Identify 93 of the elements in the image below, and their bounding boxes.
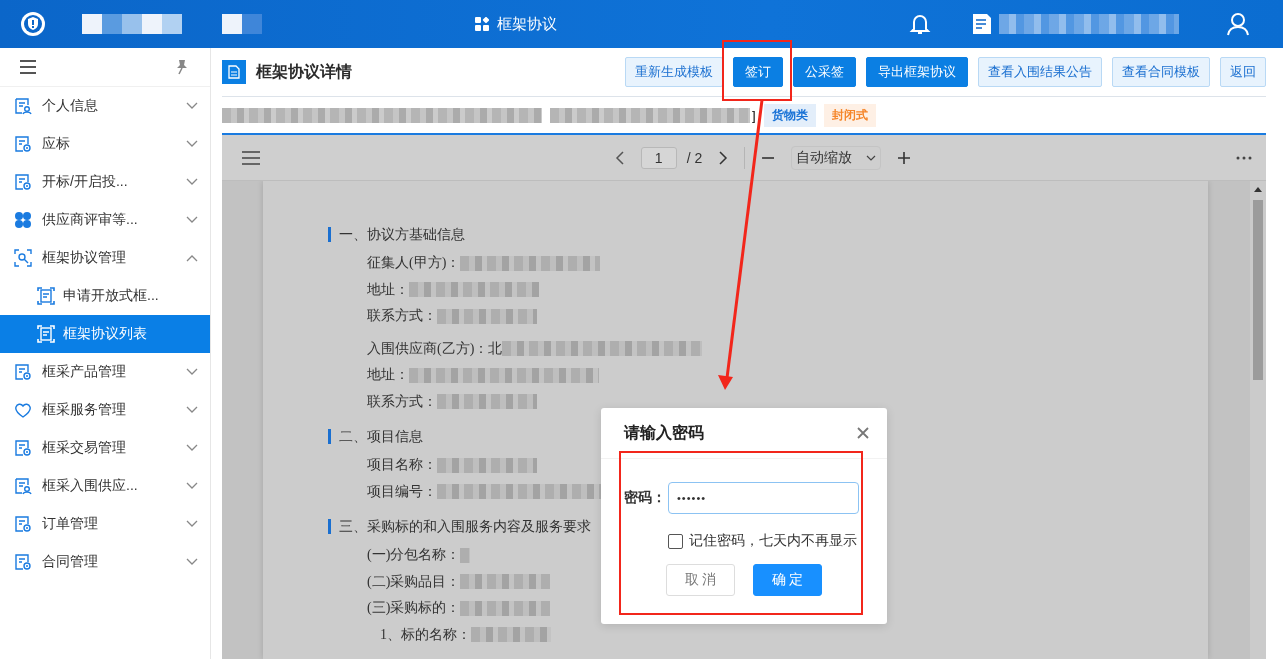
chevron-down-icon [186,140,198,148]
field-label: 入围供应商(乙方)：北 [367,339,503,358]
field-label: (三)采购标的： [367,599,461,618]
page-number-field[interactable]: 1 [640,146,677,169]
menu-item[interactable]: 框采入围供应... [0,467,210,505]
menu-item[interactable]: 开标/开启投... [0,163,210,201]
blurred-text [460,547,471,563]
field-label: 项目名称： [367,456,437,475]
action-button[interactable]: 公采签 [793,57,856,87]
frame-document-icon [37,325,55,343]
action-button[interactable]: 签订 [733,57,783,87]
nav-item[interactable]: 框架协议 [474,14,557,34]
document-icon [971,12,993,36]
bracket-text: ] [752,107,756,123]
annotation-frame [722,40,792,101]
document-gear-icon [14,439,32,457]
person-document-icon [14,477,32,495]
action-button[interactable]: 查看合同模板 [1112,57,1210,87]
document-gear-icon [14,173,32,191]
chevron-down-icon [186,406,198,414]
close-icon[interactable] [857,427,869,439]
field-label: (一)分包名称： [367,546,461,565]
menu-item[interactable]: 供应商评审等... [0,201,210,239]
dialog-title: 请输入密码 [624,422,704,443]
scan-icon [14,249,32,267]
field-label: 1、标的名称： [380,625,471,644]
menu-icon[interactable] [20,60,36,74]
action-button[interactable]: 返回 [1220,57,1266,87]
scroll-up-icon [1254,187,1262,192]
chevron-down-icon [186,444,198,452]
menu-item[interactable]: 应标 [0,125,210,163]
field-label: 地址： [367,280,409,299]
menu-item[interactable]: 框采服务管理 [0,391,210,429]
field-label: 密码： [624,489,667,507]
chevron-down-icon [186,102,198,110]
scrollbar[interactable] [1250,181,1266,659]
sidebar-toggle-icon[interactable] [242,150,260,165]
page-icon [228,65,240,79]
chevron-down-icon [186,178,198,186]
chevron-down-icon [186,368,198,376]
chevron-right-icon[interactable] [718,150,729,165]
field-label: 征集人(甲方)： [367,254,461,273]
chevron-down-icon [186,520,198,528]
chevron-up-icon [186,254,198,262]
frame-document-icon [37,287,55,305]
section-heading: 三、采购标的和入围服务内容及服务要求 [339,517,591,536]
chevron-down-icon [186,558,198,566]
category-tag: 封闭式 [823,103,876,127]
submenu-item[interactable]: 申请开放式框... [0,277,210,315]
more-icon[interactable] [1236,155,1252,160]
menu-item[interactable]: 框架协议管理 [0,239,210,277]
section-heading: 二、项目信息 [339,427,423,446]
menu-item[interactable]: 合同管理 [0,543,210,581]
submenu-item[interactable]: 框架协议列表 [0,315,210,353]
action-button[interactable]: 导出框架协议 [866,57,968,87]
menu-item[interactable]: 框采产品管理 [0,353,210,391]
action-button[interactable]: 查看入围结果公告 [978,57,1102,87]
section-heading: 一、协议方基础信息 [339,225,465,244]
chevron-down-icon [866,154,877,161]
logo-icon [20,11,46,37]
chevron-down-icon [186,216,198,224]
menu-item[interactable]: 订单管理 [0,505,210,543]
blurred-logo-text [222,14,262,34]
apps-icon [474,17,489,31]
grid-icon [14,211,32,229]
action-button[interactable]: 重新生成模板 [625,57,723,87]
document-gear-icon [14,553,32,571]
plus-icon[interactable] [897,150,912,165]
scrollbar-thumb[interactable] [1253,200,1263,380]
chevron-down-icon [186,482,198,490]
checkbox-label[interactable]: 记住密码，七天内不再显示 [689,532,857,550]
field-label: 地址： [367,366,409,385]
password-field[interactable]: •••••• [668,482,859,514]
field-label: 联系方式： [367,307,437,326]
category-tag: 货物类 [763,103,816,127]
field-label: (二)采购品目： [367,572,461,591]
chevron-left-icon[interactable] [614,150,625,165]
field-label: 项目编号： [367,482,437,501]
checkbox[interactable] [668,533,683,549]
bell-icon[interactable] [909,12,931,36]
document-gear-icon [14,515,32,533]
menu-item[interactable]: 框采交易管理 [0,429,210,467]
field-label: 联系方式： [367,392,437,411]
menu-item[interactable]: 个人信息 [0,87,210,125]
page-title: 框架协议详情 [256,61,352,82]
person-document-icon [14,97,32,115]
user-icon[interactable] [1227,12,1249,36]
page-count: / 2 [686,149,703,166]
cancel-button[interactable]: 取 消 [666,564,735,596]
document-gear-icon [14,363,32,381]
heart-icon [14,401,32,419]
document-gear-icon [14,135,32,153]
zoom-select[interactable]: 自动缩放 [791,145,882,170]
